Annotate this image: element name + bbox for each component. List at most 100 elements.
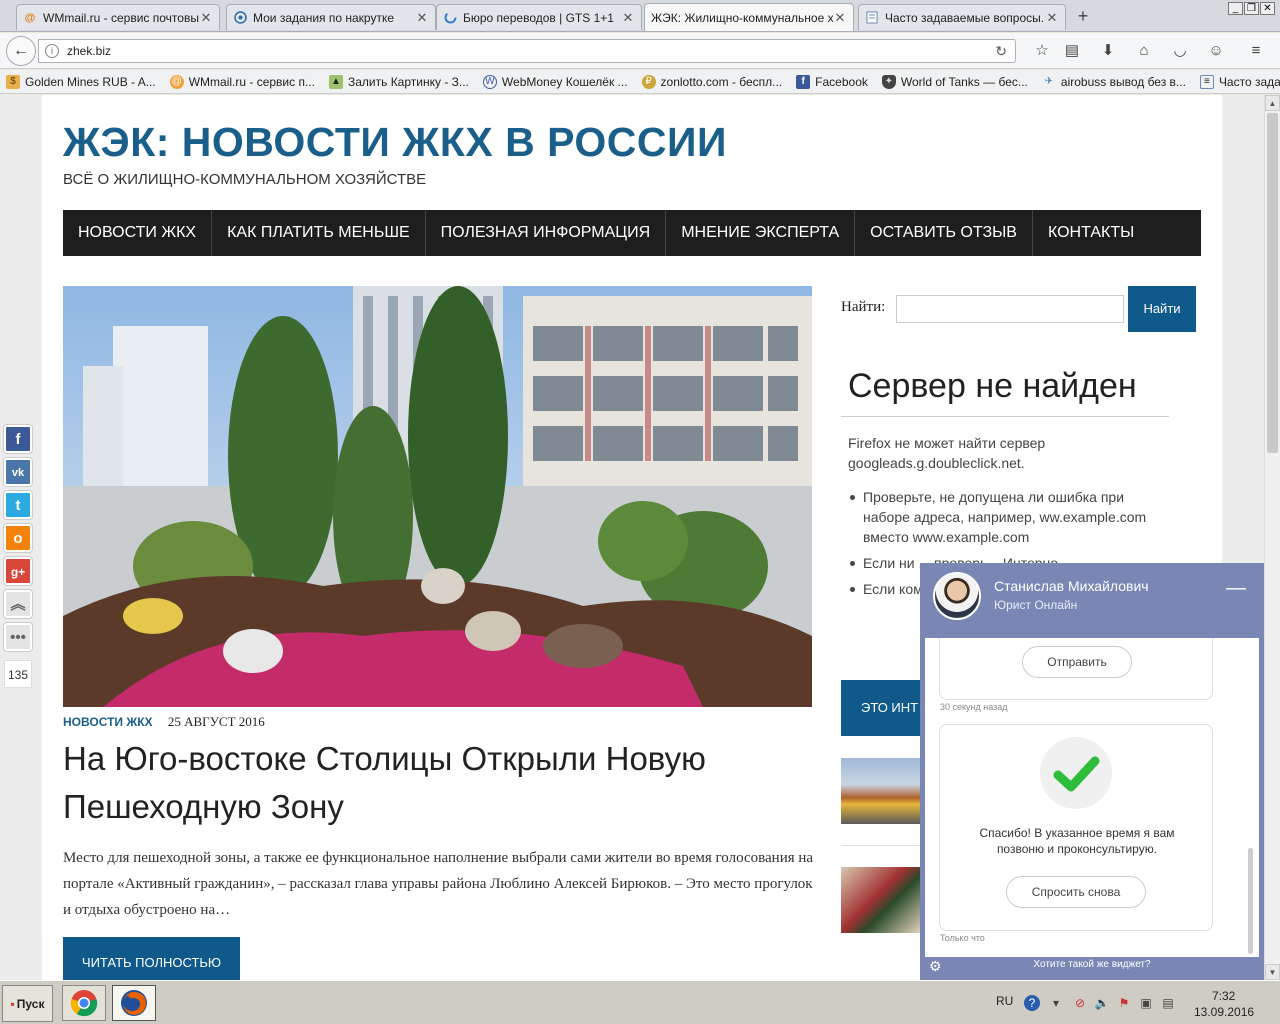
nav-useful-info[interactable]: ПОЛЕЗНАЯ ИНФОРМАЦИЯ (426, 210, 667, 256)
post-meta: НОВОСТИ ЖКХ 25 АВГУСТ 2016 (63, 714, 265, 730)
scroll-top-icon[interactable]: ︽ (4, 590, 32, 618)
sidebar-post-thumbnail[interactable] (841, 758, 921, 824)
search-label: Найти: (841, 299, 886, 315)
chevron-down-icon[interactable]: ▾ (1048, 995, 1064, 1011)
scroll-up-icon[interactable]: ▲ (1265, 95, 1280, 111)
bookmark-webmoney[interactable]: W WebMoney Кошелёк ... (482, 74, 628, 89)
download-icon[interactable]: ⬇ (1098, 41, 1118, 61)
language-indicator[interactable]: RU (996, 994, 1013, 1008)
library-icon[interactable]: ▤ (1062, 41, 1082, 61)
widget-promo-link[interactable]: Хотите такой же виджет? (1033, 959, 1150, 970)
display-icon[interactable]: ▤ (1160, 995, 1176, 1011)
bookmark-airobuss[interactable]: ✈ airobuss вывод без в... (1042, 75, 1186, 89)
twitter-share-icon[interactable]: t (4, 491, 32, 519)
start-button[interactable]: ▪ Пуск (2, 985, 53, 1022)
nav-news[interactable]: НОВОСТИ ЖКХ (63, 210, 213, 256)
error-title: Сервер не найден (841, 361, 1169, 417)
facebook-share-icon[interactable]: f (4, 425, 32, 453)
checkmark-icon (1040, 737, 1112, 809)
bookmark-wot[interactable]: ✦ World of Tanks — бес... (881, 74, 1028, 89)
nav-leave-review[interactable]: ОСТАВИТЬ ОТЗЫВ (855, 210, 1033, 256)
network-warning-icon[interactable]: ⚑ (1116, 995, 1132, 1011)
chat-thanks-message: Спасибо! В указанное время я вам позвоню… (979, 826, 1175, 856)
nav-contacts[interactable]: КОНТАКТЫ (1033, 210, 1149, 256)
post-category[interactable]: НОВОСТИ ЖКХ (63, 715, 153, 729)
pocket-icon[interactable]: ◡ (1170, 41, 1190, 61)
volume-icon[interactable]: 🔈 (1094, 995, 1110, 1011)
home-icon[interactable]: ⌂ (1134, 41, 1154, 61)
page-scrollbar[interactable]: ▲ ▼ (1264, 95, 1280, 980)
post-hero-image[interactable] (63, 286, 812, 707)
reload-icon[interactable]: ↻ (995, 43, 1007, 60)
tab-wmmail[interactable]: @ WMmail.ru - сервис почтовы... ✕ (16, 4, 220, 30)
error-text: Firefox не может найти сервер googleads.… (848, 435, 1046, 471)
chat-footer: ⚙ Хотите такой же виджет? (920, 957, 1264, 980)
bookmark-golden-mines[interactable]: $ Golden Mines RUB - A... (6, 74, 156, 89)
error-suggestion: Проверьте, не допущена ли ошибка при наб… (848, 487, 1170, 547)
network-icon[interactable]: ▣ (1138, 995, 1154, 1011)
zonlotto-icon: ₽ (641, 74, 656, 89)
post-excerpt: Место для пешеходной зоны, а также ее фу… (63, 850, 814, 918)
minimize-window-button[interactable]: _ (1228, 2, 1243, 15)
send-button[interactable]: Отправить (1022, 646, 1132, 678)
close-icon[interactable]: ✕ (833, 10, 847, 26)
target-icon (233, 11, 247, 25)
tab-tasks[interactable]: Мои задания по накрутке ✕ (226, 4, 436, 30)
close-icon[interactable]: ✕ (199, 10, 213, 26)
restore-window-button[interactable]: ❐ (1244, 2, 1259, 15)
url-text[interactable]: zhek.biz (67, 44, 111, 58)
new-tab-button[interactable]: + (1072, 5, 1094, 27)
ask-again-button[interactable]: Спросить снова (1006, 876, 1146, 908)
site-title[interactable]: ЖЭК: НОВОСТИ ЖКХ В РОССИИ (63, 119, 727, 166)
tab-gts[interactable]: Бюро переводов | GTS 1+1 ✕ (436, 4, 642, 30)
sidebar-banner-button[interactable]: ЭТО ИНТ (841, 680, 931, 736)
post-title[interactable]: На Юго-востоке Столицы Открыли Новую Пеш… (63, 735, 812, 831)
info-icon[interactable]: i (45, 44, 59, 58)
tab-faq[interactable]: Часто задаваемые вопросы... ✕ (858, 4, 1066, 30)
url-bar[interactable]: i zhek.biz ↻ (38, 39, 1016, 63)
vk-share-icon[interactable]: vk (4, 458, 32, 486)
chat-scrollbar[interactable] (1248, 848, 1253, 954)
search-button[interactable]: Найти (1128, 286, 1196, 332)
windows-taskbar: ▪ Пуск RU ? ▾ ⊘ 🔈 ⚑ ▣ ▤ 7:32 13.09.2016 (0, 980, 1280, 1024)
chat-icon[interactable]: ☺ (1206, 41, 1226, 61)
bookmark-facebook[interactable]: f Facebook (796, 74, 868, 89)
bookmark-zonlotto[interactable]: ₽ zonlotto.com - беспл... (641, 74, 782, 89)
scrollbar-thumb[interactable] (1267, 113, 1278, 453)
help-icon[interactable]: ? (1024, 995, 1040, 1011)
clock-time: 7:32 (1212, 989, 1236, 1003)
tab-zhek[interactable]: ЖЭК: Жилищно-коммунальное х... ✕ (644, 3, 854, 31)
taskbar-chrome[interactable] (62, 985, 106, 1021)
gear-icon[interactable]: ⚙ (929, 958, 942, 974)
odnoklassniki-share-icon[interactable]: o (4, 524, 32, 552)
close-icon[interactable]: ✕ (621, 10, 635, 26)
google-plus-share-icon[interactable]: g+ (4, 557, 32, 585)
back-button[interactable]: ← (6, 36, 36, 66)
bookmark-wmmail[interactable]: @ WMmail.ru - сервис п... (169, 74, 315, 89)
minimize-icon[interactable]: — (1226, 577, 1246, 600)
close-icon[interactable]: ✕ (1045, 10, 1059, 26)
divider (841, 845, 921, 846)
wmmail-icon: @ (169, 74, 184, 89)
webmoney-icon: W (482, 74, 497, 89)
site-tagline: ВСЁ О ЖИЛИЩНО-КОММУНАЛЬНОМ ХОЗЯЙСТВЕ (63, 171, 427, 188)
taskbar-firefox[interactable] (112, 985, 156, 1021)
menu-icon[interactable]: ≡ (1246, 41, 1266, 61)
search-input[interactable] (896, 295, 1124, 323)
chat-header: Станислав Михайлович Юрист Онлайн — (920, 563, 1264, 638)
bookmark-zalit[interactable]: ▲ Залить Картинку - З... (328, 74, 469, 89)
nav-expert-opinion[interactable]: МНЕНИЕ ЭКСПЕРТА (666, 210, 856, 256)
sidebar-post-thumbnail[interactable] (841, 867, 921, 933)
navigation-toolbar: ← i zhek.biz ↻ ☆ ▤ ⬇ ⌂ ◡ ☺ ≡ (0, 33, 1280, 69)
scroll-down-icon[interactable]: ▼ (1265, 964, 1280, 980)
bookmark-star-icon[interactable]: ☆ (1032, 41, 1052, 61)
windows-logo-icon: ▪ (10, 996, 15, 1011)
antivirus-icon[interactable]: ⊘ (1072, 995, 1088, 1011)
close-icon[interactable]: ✕ (415, 10, 429, 26)
close-window-button[interactable]: ✕ (1260, 2, 1275, 15)
more-share-icon[interactable]: ••• (4, 623, 32, 651)
bookmark-faq[interactable]: ≡Часто задаваемые в... (1199, 74, 1280, 89)
nav-pay-less[interactable]: КАК ПЛАТИТЬ МЕНЬШЕ (212, 210, 426, 256)
clock-date: 13.09.2016 (1194, 1005, 1255, 1019)
read-more-button[interactable]: ЧИТАТЬ ПОЛНОСТЬЮ (63, 937, 240, 980)
